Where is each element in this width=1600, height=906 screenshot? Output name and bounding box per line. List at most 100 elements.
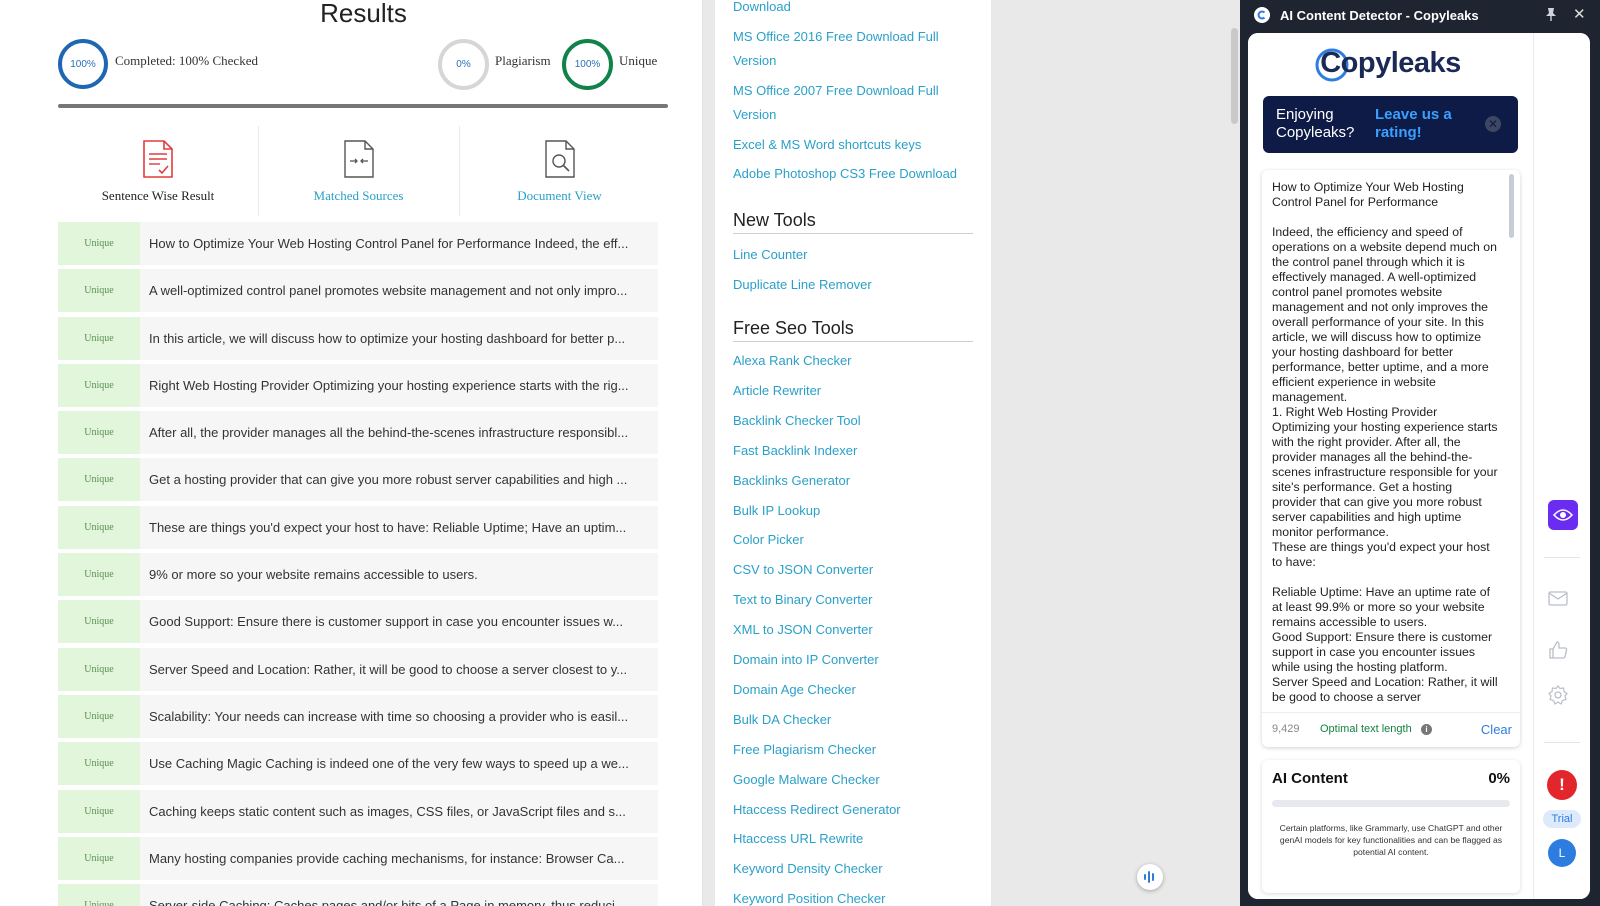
- rating-close-icon[interactable]: ✕: [1485, 116, 1501, 132]
- table-row[interactable]: Unique Right Web Hosting Provider Optimiz…: [58, 363, 658, 407]
- audio-icon[interactable]: [1137, 864, 1163, 890]
- tool-link[interactable]: Color Picker: [733, 532, 804, 547]
- sentence-text: Scalability: Your needs can increase wit…: [149, 708, 629, 724]
- mail-icon[interactable]: [1548, 591, 1568, 611]
- tab-sentence-wise-result[interactable]: Sentence Wise Result: [58, 126, 258, 216]
- tool-link[interactable]: Article Rewriter: [733, 383, 821, 398]
- tool-link[interactable]: Alexa Rank Checker: [733, 353, 852, 368]
- sentence-text: Server Speed and Location: Rather, it wi…: [149, 661, 628, 677]
- tool-link[interactable]: Htaccess URL Rewrite: [733, 831, 863, 846]
- table-row[interactable]: Unique How to Optimize Your Web Hosting C…: [58, 222, 658, 265]
- table-row[interactable]: Unique Get a hosting provider that can gi…: [58, 458, 658, 502]
- new-tools-heading: New Tools: [733, 210, 973, 234]
- table-row[interactable]: Unique Good Support: Ensure there is cust…: [58, 600, 658, 644]
- sentence-text: Server-side Caching: Caches pages and/or…: [149, 898, 626, 906]
- unique-badge: Unique: [58, 316, 140, 360]
- table-row[interactable]: Unique Use Caching Magic Caching is indee…: [58, 742, 658, 786]
- word-count: 9,429: [1272, 723, 1300, 735]
- sentence-text: Use Caching Magic Caching is indeed one …: [149, 756, 629, 772]
- tab-matched-sources[interactable]: Matched Sources: [258, 126, 458, 216]
- avatar[interactable]: L: [1548, 839, 1576, 867]
- tool-link[interactable]: Bulk IP Lookup: [733, 503, 820, 518]
- text-scrollbar-thumb[interactable]: [1509, 174, 1514, 238]
- tool-link[interactable]: Keyword Density Checker: [733, 861, 883, 876]
- unique-badge: Unique: [58, 836, 140, 880]
- thumbs-up-icon[interactable]: [1548, 641, 1568, 664]
- sentence-text: These are things you'd expect your host …: [149, 519, 627, 535]
- unique-badge: Unique: [58, 269, 140, 313]
- text-footer: 9,429 Optimal text length i Clear: [1262, 712, 1520, 747]
- document-check-icon: [143, 140, 173, 178]
- analyzed-text[interactable]: How to Optimize Your Web Hosting Control…: [1272, 180, 1498, 707]
- trial-badge[interactable]: Trial: [1543, 810, 1581, 828]
- sentence-list: Unique How to Optimize Your Web Hosting C…: [58, 222, 658, 906]
- table-row[interactable]: Unique These are things you'd expect your…: [58, 505, 658, 549]
- table-row[interactable]: Unique Scalability: Your needs can increa…: [58, 694, 658, 738]
- unique-badge: Unique: [58, 553, 140, 597]
- sentence-text: Good Support: Ensure there is customer s…: [149, 614, 624, 630]
- tab-document-view[interactable]: Document View: [459, 126, 659, 216]
- clear-button[interactable]: Clear: [1481, 722, 1512, 737]
- results-panel: Results 100% Completed: 100% Checked 0% …: [0, 0, 703, 906]
- tool-link[interactable]: Version: [733, 53, 776, 68]
- plagiarism-circle: 0%: [438, 39, 489, 90]
- tool-link[interactable]: CSV to JSON Converter: [733, 562, 873, 577]
- table-row[interactable]: Unique In this article, we will discuss h…: [58, 316, 658, 360]
- tool-link[interactable]: Keyword Position Checker: [733, 891, 885, 906]
- tool-link[interactable]: Excel & MS Word shortcuts keys: [733, 137, 921, 152]
- tool-link[interactable]: Adobe Photoshop CS3 Free Download: [733, 166, 957, 181]
- rating-banner: Enjoying Copyleaks? Leave us a rating! ✕: [1263, 96, 1518, 153]
- tool-link[interactable]: Backlink Checker Tool: [733, 413, 861, 428]
- tool-link[interactable]: Google Malware Checker: [733, 772, 880, 787]
- tool-link[interactable]: XML to JSON Converter: [733, 622, 873, 637]
- sentence-text: Caching keeps static content such as ima…: [149, 803, 626, 819]
- tool-link[interactable]: Backlinks Generator: [733, 473, 850, 488]
- tool-link[interactable]: MS Office 2007 Free Download Full: [733, 83, 939, 98]
- unique-circle: 100%: [562, 39, 613, 90]
- alert-icon[interactable]: !: [1547, 770, 1577, 800]
- tools-links-sidebar: Download MS Office 2016 Free Download Ful…: [715, 0, 991, 906]
- table-row[interactable]: Unique 9% or more so your website remains…: [58, 553, 658, 597]
- table-row[interactable]: Unique Many hosting companies provide cac…: [58, 836, 658, 880]
- copyleaks-extension-panel: AI Content Detector - Copyleaks ✕ Copyle…: [1240, 0, 1600, 906]
- sentence-text: Get a hosting provider that can give you…: [149, 472, 628, 488]
- completed-circle: 100%: [58, 39, 108, 89]
- rating-question: Enjoying Copyleaks?: [1276, 106, 1355, 141]
- tool-link[interactable]: Fast Backlink Indexer: [733, 443, 857, 458]
- extension-window-title: AI Content Detector - Copyleaks: [1280, 8, 1479, 23]
- tool-link[interactable]: Text to Binary Converter: [733, 592, 872, 607]
- table-row[interactable]: Unique After all, the provider manages al…: [58, 411, 658, 455]
- tool-link[interactable]: Domain into IP Converter: [733, 652, 879, 667]
- table-row[interactable]: Unique Caching keeps static content such …: [58, 789, 658, 833]
- table-row[interactable]: Unique Server-side Caching: Caches pages …: [58, 884, 658, 906]
- sentence-text: In this article, we will discuss how to …: [149, 330, 626, 346]
- tool-link[interactable]: MS Office 2016 Free Download Full: [733, 29, 939, 44]
- unique-badge: Unique: [58, 884, 140, 906]
- completed-label: Completed: 100% Checked: [115, 53, 258, 68]
- unique-badge: Unique: [58, 222, 140, 265]
- table-row[interactable]: Unique A well-optimized control panel pro…: [58, 269, 658, 313]
- tool-link[interactable]: Version: [733, 107, 776, 122]
- ai-content-note: Certain platforms, like Grammarly, use C…: [1279, 823, 1503, 857]
- gear-icon[interactable]: [1548, 685, 1568, 710]
- page-scrollbar-thumb[interactable]: [1231, 28, 1238, 124]
- unique-badge: Unique: [58, 789, 140, 833]
- tool-link[interactable]: Duplicate Line Remover: [733, 277, 872, 292]
- tool-link[interactable]: Htaccess Redirect Generator: [733, 802, 901, 817]
- leave-rating-link[interactable]: Leave us a rating!: [1375, 106, 1485, 142]
- matched-sources-icon: [344, 140, 374, 178]
- unique-badge: Unique: [58, 742, 140, 786]
- tool-link[interactable]: Download: [733, 0, 791, 14]
- ai-content-card: AI Content 0% Certain platforms, like Gr…: [1262, 760, 1520, 893]
- tool-link[interactable]: Line Counter: [733, 247, 807, 262]
- tool-link[interactable]: Domain Age Checker: [733, 682, 856, 697]
- table-row[interactable]: Unique Server Speed and Location: Rather,…: [58, 647, 658, 691]
- text-input-area[interactable]: How to Optimize Your Web Hosting Control…: [1262, 170, 1520, 747]
- pin-icon[interactable]: [1545, 7, 1557, 26]
- tool-link[interactable]: Free Plagiarism Checker: [733, 742, 876, 757]
- sentence-text: 9% or more so your website remains acces…: [149, 567, 478, 583]
- tool-link[interactable]: Bulk DA Checker: [733, 712, 831, 727]
- info-icon[interactable]: i: [1421, 724, 1432, 735]
- close-icon[interactable]: ✕: [1573, 5, 1586, 23]
- eye-icon[interactable]: [1548, 500, 1578, 530]
